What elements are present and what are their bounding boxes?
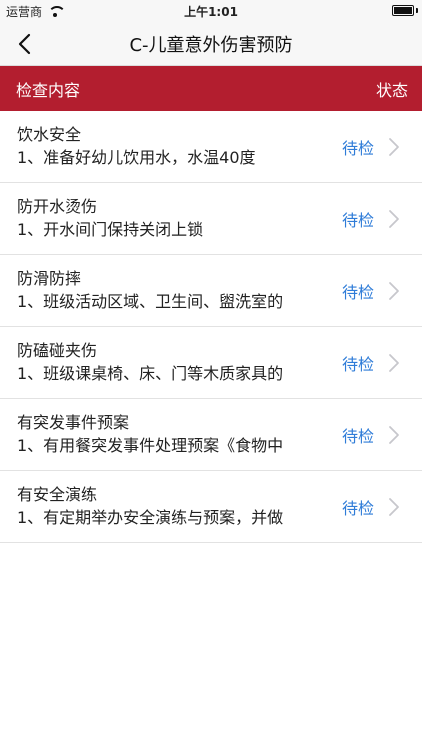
item-description: 1、有定期举办安全演练与预案，并做: [17, 508, 284, 527]
item-title: 防磕碰夹伤: [17, 341, 98, 360]
status-bar: 运营商 上午1:01: [0, 0, 422, 22]
item-title: 防开水烫伤: [17, 197, 98, 216]
chevron-right-icon: [389, 353, 399, 372]
status-time: 上午1:01: [184, 5, 238, 19]
back-button[interactable]: [8, 22, 40, 66]
status-badge: 待检: [342, 282, 375, 302]
chevron-right-icon: [389, 497, 399, 516]
chevron-right-icon: [389, 425, 399, 444]
item-description: 1、准备好幼儿饮用水，水温40度: [17, 148, 256, 167]
item-texts: 有突发事件预案 1、有用餐突发事件处理预案《食物中: [17, 413, 317, 456]
battery-icon: [392, 5, 414, 16]
chevron-right-icon: [389, 209, 399, 228]
check-list: 饮水安全 1、准备好幼儿饮用水，水温40度 待检 防开水烫伤 1、开水间门保持关…: [0, 111, 422, 543]
status-badge: 待检: [342, 210, 375, 230]
table-header: 检查内容 状态: [0, 66, 422, 111]
item-texts: 防开水烫伤 1、开水间门保持关闭上锁: [17, 197, 317, 240]
navigation-bar: C-儿童意外伤害预防: [0, 22, 422, 66]
status-badge: 待检: [342, 354, 375, 374]
item-texts: 防滑防摔 1、班级活动区域、卫生间、盥洗室的: [17, 269, 317, 312]
list-item[interactable]: 防开水烫伤 1、开水间门保持关闭上锁 待检: [0, 183, 422, 255]
item-title: 有安全演练: [17, 485, 98, 504]
list-item[interactable]: 有突发事件预案 1、有用餐突发事件处理预案《食物中 待检: [0, 399, 422, 471]
status-badge: 待检: [342, 498, 375, 518]
item-texts: 饮水安全 1、准备好幼儿饮用水，水温40度: [17, 125, 317, 168]
list-item[interactable]: 防滑防摔 1、班级活动区域、卫生间、盥洗室的 待检: [0, 255, 422, 327]
carrier-label: 运营商: [6, 5, 43, 19]
item-texts: 防磕碰夹伤 1、班级课桌椅、床、门等木质家具的: [17, 341, 317, 384]
status-badge: 待检: [342, 138, 375, 158]
status-column-header: 状态: [375, 80, 408, 100]
chevron-right-icon: [389, 281, 399, 300]
item-title: 有突发事件预案: [17, 413, 130, 432]
chevron-left-icon: [18, 33, 31, 55]
battery-cap: [416, 8, 418, 13]
status-badge: 待检: [342, 426, 375, 446]
item-title: 饮水安全: [17, 125, 82, 144]
chevron-right-icon: [389, 137, 399, 156]
list-item[interactable]: 有安全演练 1、有定期举办安全演练与预案，并做 待检: [0, 471, 422, 543]
list-item[interactable]: 防磕碰夹伤 1、班级课桌椅、床、门等木质家具的 待检: [0, 327, 422, 399]
page-title: C-儿童意外伤害预防: [129, 34, 293, 56]
item-title: 防滑防摔: [17, 269, 82, 288]
content-column-header: 检查内容: [16, 80, 81, 100]
item-texts: 有安全演练 1、有定期举办安全演练与预案，并做: [17, 485, 317, 528]
list-item[interactable]: 饮水安全 1、准备好幼儿饮用水，水温40度 待检: [0, 111, 422, 183]
item-description: 1、班级课桌椅、床、门等木质家具的: [17, 364, 284, 383]
item-description: 1、开水间门保持关闭上锁: [17, 220, 204, 239]
battery-fill: [394, 7, 412, 14]
status-left: 运营商: [6, 3, 67, 20]
item-description: 1、班级活动区域、卫生间、盥洗室的: [17, 292, 284, 311]
item-description: 1、有用餐突发事件处理预案《食物中: [17, 436, 284, 455]
wifi-icon: [47, 5, 67, 18]
